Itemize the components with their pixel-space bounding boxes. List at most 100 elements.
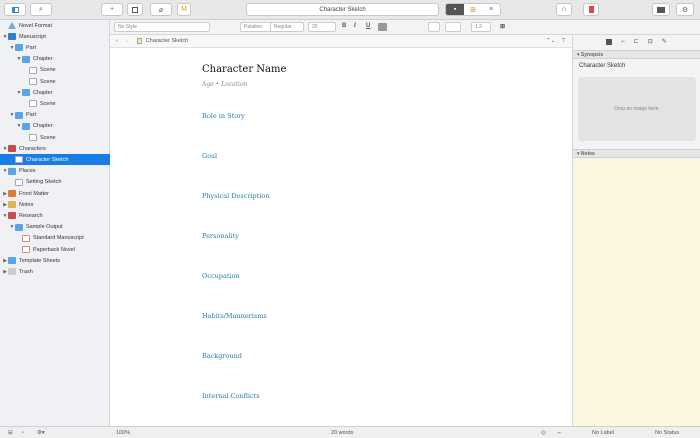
synopsis-section-header[interactable]: ▾ Synopsis <box>573 50 700 59</box>
bookmarks-tab-icon[interactable]: ⌐ <box>621 39 625 45</box>
italic-button[interactable]: I <box>354 23 356 29</box>
target-icon[interactable]: ◎ <box>541 430 546 436</box>
binder-item[interactable]: ▼ Chapter <box>0 54 110 65</box>
image-drop-zone[interactable]: Drop an image here. <box>578 77 696 141</box>
folder-icon <box>22 55 30 63</box>
inspector-button[interactable] <box>652 3 670 16</box>
document-heading[interactable]: Character Name <box>202 64 286 75</box>
label-select[interactable]: No Label <box>592 430 614 436</box>
binder-sidebar: Novel Format ▼ Manuscript ▼ Part ▼ Chapter Scen… <box>0 20 110 426</box>
section-heading[interactable]: Physical Description <box>202 192 269 200</box>
settings-button[interactable]: ⚙ <box>676 3 694 16</box>
footer: ⊟ ▫ ⚙▾ 100% 20 words ◎ ⌐ No Label No Sta… <box>0 426 700 438</box>
notes-textarea[interactable] <box>573 159 700 426</box>
search-button[interactable]: ⌕ <box>30 3 52 16</box>
section-heading[interactable]: Internal Conflicts <box>202 392 260 400</box>
binder-item[interactable]: ▼ Chapter <box>0 121 110 132</box>
binder-item[interactable]: Novel Format <box>0 20 110 31</box>
quickref-button[interactable]: ∩ <box>556 3 572 16</box>
binder-item[interactable]: Character Sketch <box>0 154 110 166</box>
binder-toggle-button[interactable] <box>4 3 26 16</box>
underline-button[interactable]: U <box>366 23 370 29</box>
binder-item[interactable]: Standard Manuscript <box>0 233 110 244</box>
arch-icon: ∩ <box>561 6 567 13</box>
notes-section-header[interactable]: ▾ Notes <box>573 149 700 158</box>
snapshot-button[interactable] <box>583 3 599 16</box>
style-select[interactable]: No Style <box>114 22 210 32</box>
binder-item-label: Standard Manuscript <box>33 235 84 242</box>
binder-item-label: Scene <box>40 67 56 74</box>
single-view-icon[interactable]: ▪ <box>446 4 464 15</box>
binder-item[interactable]: ▶ Trash <box>0 266 110 277</box>
table-icon[interactable]: ⊞ <box>500 23 505 30</box>
line-spacing-select[interactable]: 1.2 <box>471 22 491 32</box>
binder-item[interactable]: Scene <box>0 65 110 76</box>
document-subtitle[interactable]: Age • Location <box>202 81 247 88</box>
view-mode-control[interactable]: ▪ ⊞ ≡ <box>445 3 501 16</box>
binder-item[interactable]: ▼ Places <box>0 166 110 177</box>
binder-item[interactable]: ▶ Template Sheets <box>0 255 110 266</box>
snapshots-tab-icon[interactable]: ⊡ <box>648 38 653 45</box>
folder-button[interactable] <box>127 3 143 16</box>
gear-icon[interactable]: ⚙▾ <box>37 430 45 436</box>
add-doc-icon[interactable]: ▫ <box>22 430 24 436</box>
list-select[interactable] <box>445 22 461 32</box>
breadcrumb: Character Sketch <box>145 38 189 44</box>
binder-item-label: Manuscript <box>19 33 46 40</box>
binder-item[interactable]: ▶ Notes <box>0 199 110 210</box>
section-heading[interactable]: Background <box>202 352 242 360</box>
compile-button[interactable]: M <box>177 3 191 16</box>
binder-item-label: Trash <box>19 268 33 275</box>
binder-item[interactable]: ▼ Part <box>0 42 110 53</box>
binder-item[interactable]: Scene <box>0 76 110 87</box>
edit-icon[interactable]: ⌐ <box>558 430 561 436</box>
binder-item[interactable]: Scene <box>0 132 110 143</box>
binder-item[interactable]: ▼ Part <box>0 110 110 121</box>
binder-item[interactable]: Scene <box>0 98 110 109</box>
binder-item[interactable]: ▼ Research <box>0 210 110 221</box>
red-icon <box>8 212 16 220</box>
binder-item[interactable]: ▼ Chapter <box>0 87 110 98</box>
section-heading[interactable]: Habits/Mannerisms <box>202 312 267 320</box>
weight-select[interactable]: Regular <box>270 22 304 32</box>
inspector-tabs: ⌐ ⊏ ⊡ ✎ <box>573 35 700 48</box>
editor[interactable]: Character Name Age • Location Role in St… <box>110 48 572 426</box>
binder-item[interactable]: Paperback Novel <box>0 244 110 255</box>
binder-item[interactable]: ▼ Characters <box>0 143 110 154</box>
color-button[interactable] <box>378 23 387 31</box>
add-folder-icon[interactable]: ⊟ <box>8 430 13 436</box>
binder-item[interactable]: ▼ Manuscript <box>0 31 110 42</box>
doc-icon <box>29 66 37 74</box>
chevron-up-down-icon[interactable]: ⌃⌄ <box>546 38 555 44</box>
forward-icon[interactable]: › <box>126 38 128 44</box>
zoom-select[interactable]: 100% <box>116 430 130 436</box>
section-heading[interactable]: Occupation <box>202 272 240 280</box>
binder-item-label: Novel Format <box>19 22 53 29</box>
status-select[interactable]: No Status <box>655 430 679 436</box>
comments-tab-icon[interactable]: ✎ <box>662 38 667 45</box>
binder-item-label: Setting Sketch <box>26 179 62 186</box>
metadata-tab-icon[interactable]: ⊏ <box>634 38 639 45</box>
section-heading[interactable]: Role in Story <box>202 112 245 120</box>
split-icon[interactable]: ⊤ <box>561 38 566 44</box>
binder-item[interactable]: ▼ Sample Output <box>0 222 110 233</box>
binder-item-label: Places <box>19 168 36 175</box>
attachment-button[interactable]: ⌀ <box>150 3 172 16</box>
size-select[interactable]: 20 <box>308 22 336 32</box>
binder-item-label: Characters <box>19 145 46 152</box>
add-button[interactable]: + <box>101 3 123 16</box>
section-heading[interactable]: Goal <box>202 152 217 160</box>
align-select[interactable] <box>428 22 440 32</box>
synopsis-title[interactable]: Character Sketch <box>579 63 625 69</box>
binder-item[interactable]: Setting Sketch <box>0 177 110 188</box>
corkboard-icon[interactable]: ⊞ <box>464 4 482 15</box>
binder-item[interactable]: ▶ Front Matter <box>0 188 110 199</box>
bold-button[interactable]: B <box>342 23 346 29</box>
binder-item-label: Character Sketch <box>26 156 69 163</box>
outline-icon[interactable]: ≡ <box>482 4 500 15</box>
back-icon[interactable]: ‹ <box>116 38 118 44</box>
section-heading[interactable]: Personality <box>202 232 239 240</box>
notes-tab-icon[interactable] <box>606 38 613 45</box>
doc-icon <box>29 100 37 108</box>
trash-icon <box>8 268 16 276</box>
